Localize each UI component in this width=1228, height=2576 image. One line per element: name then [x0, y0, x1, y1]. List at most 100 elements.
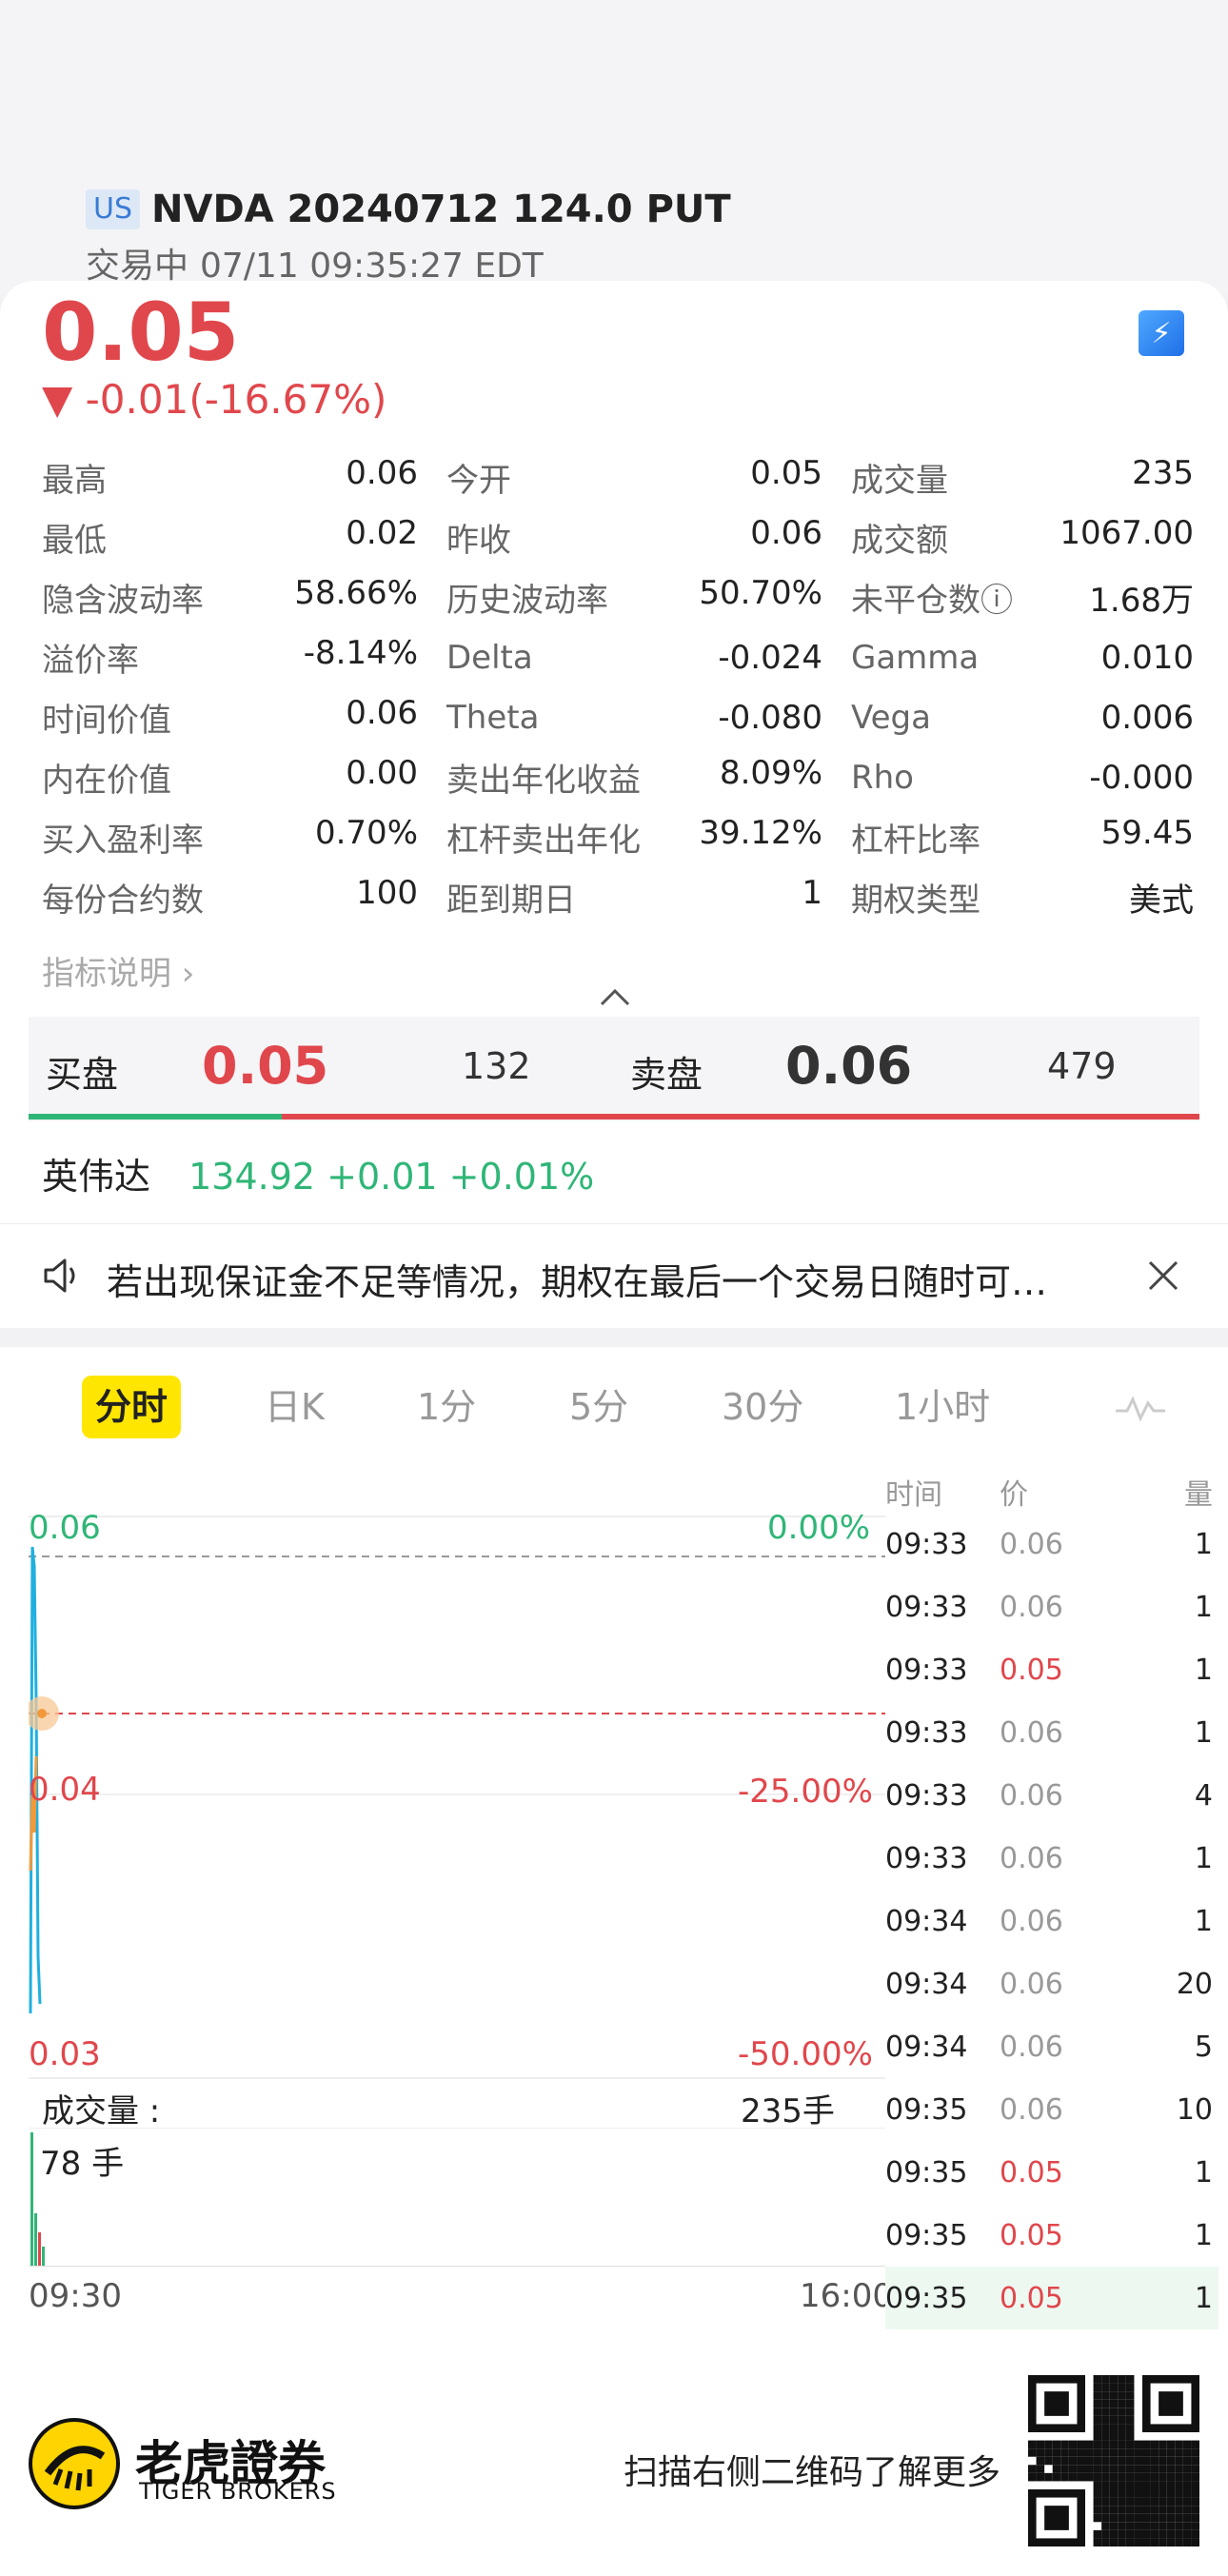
tab-intraday[interactable]: 分时 — [82, 1376, 181, 1438]
underlying-quote[interactable]: 英伟达 134.92 +0.01 +0.01% — [42, 1147, 594, 1199]
trade-list-header: 时间 价 量 — [885, 1471, 1218, 1513]
trade-price: 0.06 — [1000, 1590, 1063, 1624]
stat-cell: 杠杆比率 59.45 — [851, 814, 1194, 861]
stat-label: 内在价值 — [42, 762, 171, 800]
bid-ratio-bar — [29, 1114, 282, 1120]
trade-price: 0.06 — [1000, 2030, 1063, 2064]
stat-cell: Rho -0.000 — [851, 759, 1194, 797]
brand-name-en: TIGER BROKERS — [139, 2478, 337, 2505]
stat-cell: 昨收 0.06 — [446, 514, 851, 561]
stat-label: 杠杆卖出年化 — [446, 822, 641, 860]
price-axis-mid: 0.04 — [29, 1771, 101, 1809]
trade-volume: 1 — [1194, 2281, 1213, 2315]
stat-value: 235 — [1132, 454, 1194, 492]
trade-time: 09:34 — [885, 1904, 968, 1938]
bid-price: 0.05 — [202, 1036, 329, 1096]
stat-cell: 今开 0.05 — [446, 454, 851, 501]
chevron-up-icon[interactable] — [598, 985, 632, 1008]
market-badge: US — [86, 189, 141, 229]
stat-value: 0.00 — [346, 754, 418, 792]
trading-status: 交易中 — [86, 247, 189, 286]
stats-row: 时间价值 0.06 Theta -0.080 Vega 0.006 — [42, 687, 1194, 747]
stat-cell: 溢价率 -8.14% — [42, 634, 446, 681]
stat-cell: 时间价值 0.06 — [42, 694, 446, 741]
stat-label: 未平仓数ⓘ — [851, 582, 1013, 620]
trade-time: 09:35 — [885, 2281, 968, 2315]
indicator-explanation-link[interactable]: 指标说明 › — [42, 947, 194, 994]
trade-time: 09:34 — [885, 2030, 968, 2064]
stats-row: 隐含波动率 58.66% 历史波动率 50.70% 未平仓数ⓘ 1.68万 — [42, 567, 1194, 627]
stat-cell: 最低 0.02 — [42, 514, 446, 561]
stat-label: Theta — [446, 698, 540, 737]
stat-label: Gamma — [851, 638, 980, 677]
stat-value: 0.70% — [314, 814, 418, 852]
symbol-header: US NVDA 20240712 124.0 PUT — [86, 186, 731, 233]
flash-trade-icon[interactable]: ⚡ — [1139, 310, 1184, 356]
stat-cell: 未平仓数ⓘ 1.68万 — [851, 574, 1194, 621]
stats-row: 内在价值 0.00 卖出年化收益 8.09% Rho -0.000 — [42, 747, 1194, 807]
volume-bar — [30, 2132, 33, 2266]
stat-cell: 杠杆卖出年化 39.12% — [446, 814, 851, 861]
trade-volume: 1 — [1194, 1715, 1213, 1750]
qr-code-icon[interactable] — [1028, 2375, 1199, 2546]
stat-label: 杠杆比率 — [851, 822, 980, 860]
volume-label: 成交量 : — [42, 2092, 161, 2130]
tab-30min[interactable]: 30分 — [722, 1376, 803, 1438]
stat-cell: 成交量 235 — [851, 454, 1194, 501]
notice-banner[interactable]: 若出现保证金不足等情况，期权在最后一个交易日随时可… — [0, 1223, 1228, 1328]
stat-cell: Delta -0.024 — [446, 639, 851, 677]
trade-row: 09:33 0.06 1 — [885, 1701, 1218, 1764]
stats-row: 每份合约数 100 距到期日 1 期权类型 美式 — [42, 867, 1194, 927]
indicator-wave-icon[interactable] — [1114, 1388, 1167, 1426]
close-icon[interactable] — [1142, 1255, 1184, 1297]
trade-list-header-cell: 价 — [1000, 1478, 1028, 1512]
stat-label: 成交量 — [851, 462, 948, 500]
trade-price: 0.06 — [1000, 1527, 1063, 1561]
stat-value: -0.024 — [718, 638, 822, 677]
time-axis-start: 09:30 — [29, 2277, 122, 2315]
tab-daily-k[interactable]: 日K — [265, 1376, 325, 1438]
stat-label: 历史波动率 — [446, 582, 608, 620]
trade-time: 09:35 — [885, 2155, 968, 2190]
stat-cell: Vega 0.006 — [851, 699, 1194, 737]
stat-label: 成交额 — [851, 522, 948, 560]
stat-value: 8.09% — [719, 754, 822, 792]
trade-time: 09:33 — [885, 1715, 968, 1750]
pct-axis-mid: -25.00% — [738, 1773, 873, 1811]
volume-total: 235手 — [741, 2092, 835, 2130]
notice-text: 若出现保证金不足等情况，期权在最后一个交易日随时可… — [107, 1261, 1048, 1303]
volume-chart — [30, 2132, 45, 2266]
trade-row: 09:34 0.06 5 — [885, 2015, 1218, 2078]
trade-row: 09:33 0.06 1 — [885, 1575, 1218, 1638]
trade-price: 0.06 — [1000, 1967, 1063, 2001]
tab-5min[interactable]: 5分 — [569, 1376, 628, 1438]
stat-value: 58.66% — [294, 574, 418, 612]
volume-bar — [42, 2247, 45, 2266]
volume-divider — [29, 2078, 885, 2079]
time-and-sales-list[interactable]: 时间价量 09:33 0.06 1 09:33 0.06 1 09:33 0.05 1 09:33 0… — [885, 1471, 1218, 2329]
trade-volume: 1 — [1194, 1590, 1213, 1624]
trade-row: 09:35 0.05 1 — [885, 2141, 1218, 2204]
time-axis-end: 16:00 — [800, 2277, 893, 2315]
price-change: ▼ -0.01(-16.67%) — [42, 376, 387, 423]
stat-value: 美式 — [1129, 882, 1194, 920]
tab-1hour[interactable]: 1小时 — [895, 1376, 990, 1438]
footer-cta: 扫描右侧二维码了解更多 — [624, 2453, 1001, 2492]
tab-1min[interactable]: 1分 — [417, 1376, 476, 1438]
trade-price: 0.05 — [1000, 1653, 1063, 1687]
trade-volume: 1 — [1194, 1904, 1213, 1938]
ask-label: 卖盘 — [630, 1054, 703, 1096]
trade-price: 0.06 — [1000, 1904, 1063, 1938]
tiger-logo-icon — [29, 2418, 120, 2509]
volume-bar — [34, 2213, 37, 2266]
stat-label: Vega — [851, 698, 931, 737]
stat-value: 0.006 — [1100, 698, 1194, 737]
trade-time: 09:33 — [885, 1778, 968, 1813]
trade-row: 09:35 0.05 1 — [885, 2267, 1218, 2329]
stat-cell: 最高 0.06 — [42, 454, 446, 501]
quote-timestamp: 07/11 09:35:27 EDT — [200, 247, 544, 286]
trade-row: 09:33 0.06 1 — [885, 1827, 1218, 1890]
stat-value: 0.010 — [1100, 638, 1194, 677]
bid-label: 买盘 — [46, 1054, 119, 1096]
trade-volume: 1 — [1194, 2218, 1213, 2252]
